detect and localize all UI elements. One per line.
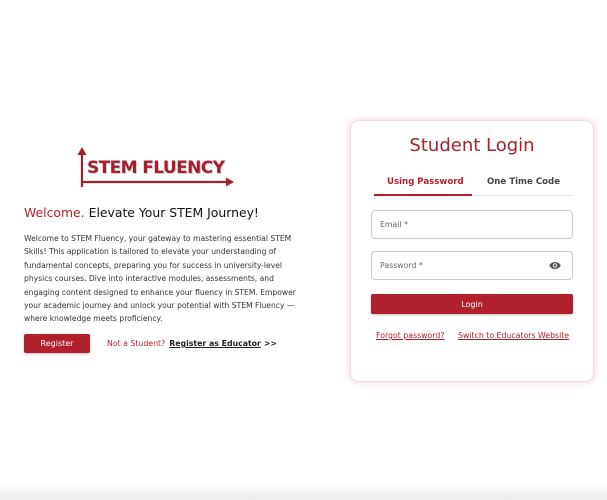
password-field[interactable]: Password *	[371, 251, 573, 280]
welcome-text: Welcome.	[24, 205, 85, 220]
login-card: Student Login Using Password One Time Co…	[350, 120, 594, 382]
email-label: Email *	[380, 220, 409, 229]
stem-fluency-logo: STEM FLUENCY	[76, 146, 238, 190]
eye-icon[interactable]	[549, 261, 561, 270]
intro-paragraph: Welcome to STEM Fluency, your gateway to…	[24, 234, 296, 324]
login-button[interactable]: Login	[371, 294, 573, 314]
educator-prompt: Not a Student? Register as Educator >>	[107, 339, 277, 348]
login-title: Student Login	[409, 135, 535, 156]
double-chevron-icon[interactable]: >>	[264, 339, 277, 348]
educator-question: Not a Student?	[107, 339, 166, 348]
tab-one-time-code[interactable]: One Time Code	[487, 177, 560, 187]
email-field[interactable]: Email *	[371, 210, 573, 239]
register-educator-link[interactable]: Register as Educator	[169, 339, 261, 348]
register-button[interactable]: Register	[24, 334, 90, 353]
switch-educators-link[interactable]: Switch to Educators Website	[458, 331, 569, 340]
tagline-text: Elevate Your STEM Journey!	[88, 205, 259, 220]
active-tab-indicator	[374, 194, 472, 196]
hero-headline: Welcome. Elevate Your STEM Journey!	[24, 205, 259, 220]
logo-text: STEM FLUENCY	[87, 158, 225, 178]
page-bottom-shade	[0, 484, 607, 500]
tab-using-password[interactable]: Using Password	[387, 177, 464, 187]
forgot-password-link[interactable]: Forgot password?	[376, 331, 444, 340]
password-label: Password *	[380, 261, 423, 270]
